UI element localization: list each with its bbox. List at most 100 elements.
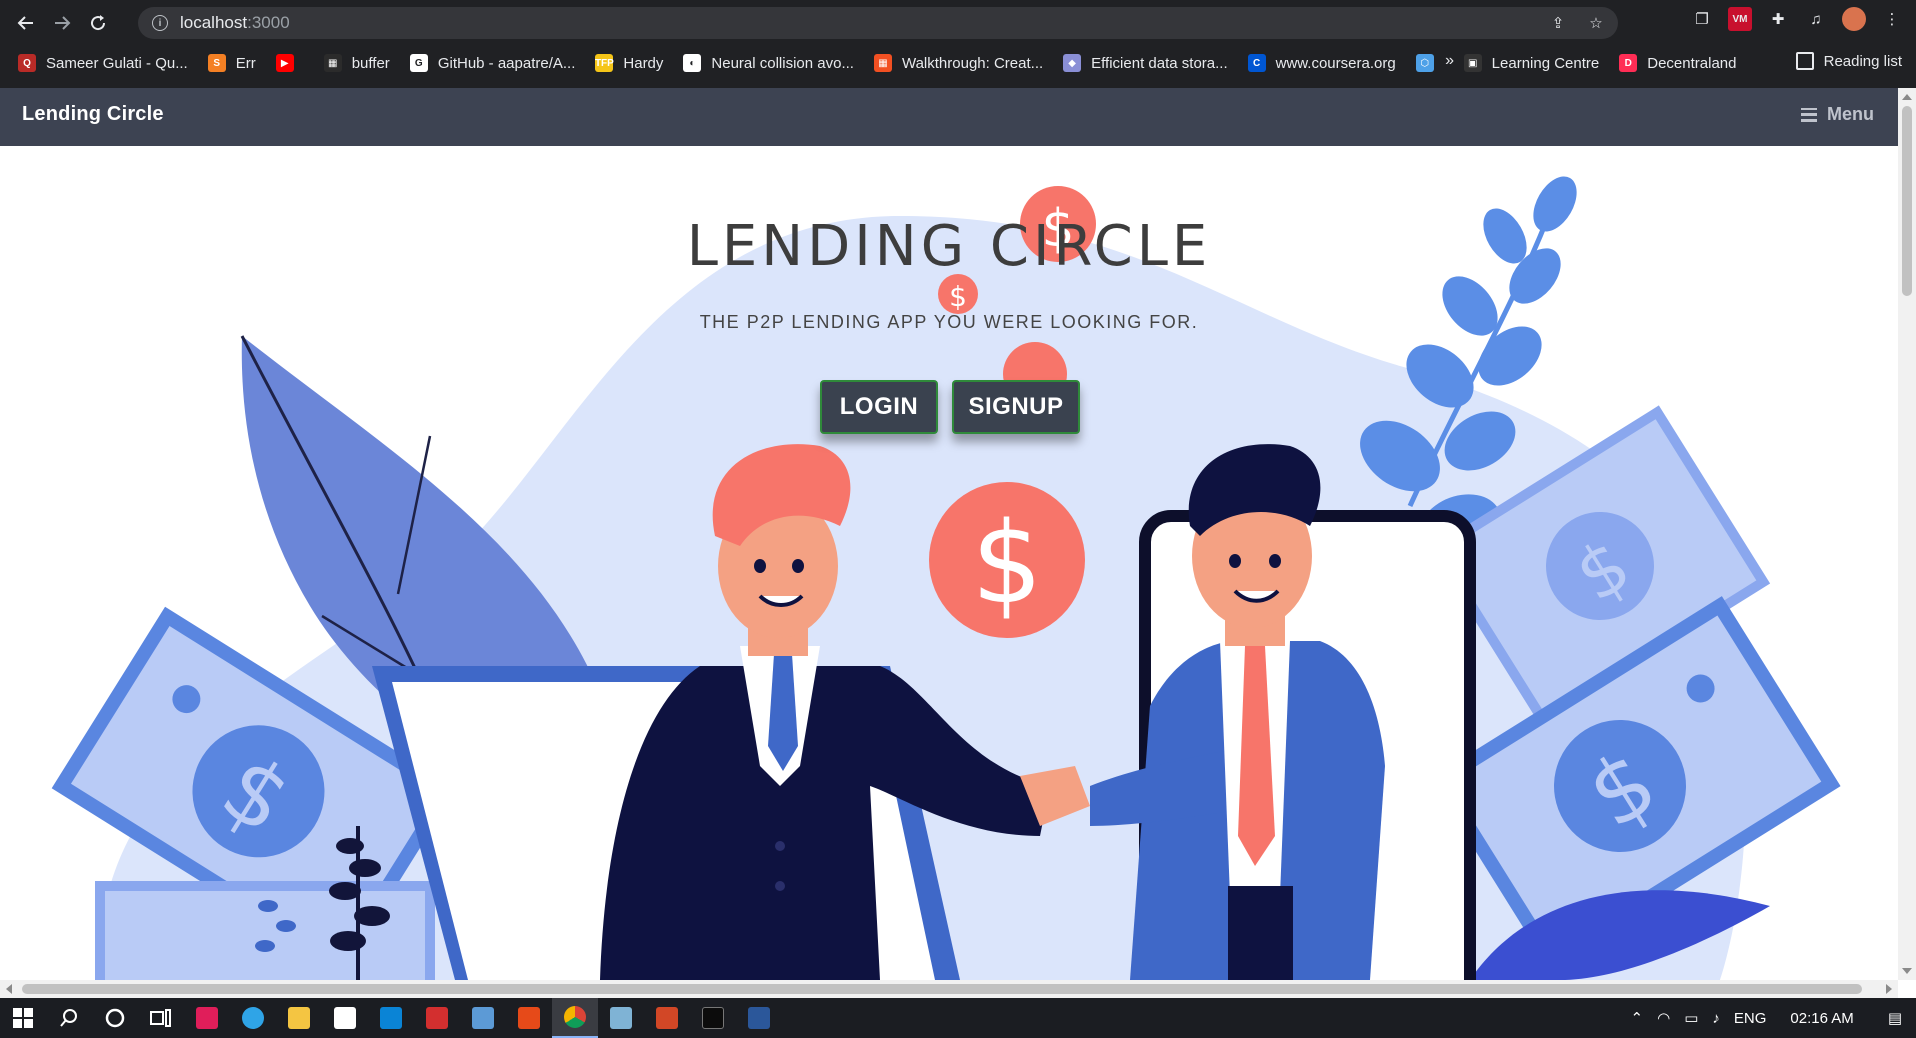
browser-toolbar: i localhost:3000 ⇪ ☆ ❐ VM ✚ ♫ ⋮ [0, 0, 1916, 46]
extension-tabs-icon[interactable]: ❐ [1690, 7, 1714, 31]
app-navbar: Lending Circle Menu [0, 88, 1898, 146]
bookmark-item[interactable]: S Err [207, 54, 256, 72]
left-banknote-lower [95, 881, 435, 980]
battery-icon[interactable]: ▭ [1684, 1009, 1698, 1027]
reload-icon[interactable] [82, 7, 114, 39]
bookmark-label: Hardy [623, 54, 664, 72]
language-indicator[interactable]: ENG [1734, 1010, 1767, 1027]
bookmark-favicon-icon: S [207, 54, 226, 72]
coin-large: $ [929, 482, 1085, 638]
bookmark-label: Decentraland [1647, 54, 1737, 72]
office-icon[interactable] [506, 998, 552, 1038]
bookmark-item[interactable]: ▦ Walkthrough: Creat... [873, 54, 1044, 72]
volume-icon[interactable]: ♪ [1712, 1010, 1720, 1027]
clock[interactable]: 02:16 AM [1790, 1010, 1853, 1027]
file-explorer-icon[interactable] [276, 998, 322, 1038]
scroll-up-arrow-icon[interactable] [1902, 94, 1912, 100]
menu-button[interactable]: Menu [1801, 104, 1874, 125]
reading-list-label: Reading list [1823, 52, 1902, 70]
notifications-icon[interactable]: ▤ [1888, 1009, 1902, 1027]
hero-section: $ $ $ $ $ $ LENDING CIRCLE THE P2P LENDI… [0, 146, 1898, 980]
task-view-icon[interactable] [138, 998, 184, 1038]
tray-chevron-icon[interactable]: ⌃ [1631, 1009, 1644, 1027]
word-icon[interactable] [736, 998, 782, 1038]
bookmark-label: buffer [351, 54, 390, 72]
svg-text:$: $ [971, 499, 1042, 629]
bookmark-favicon-icon: Q [18, 54, 36, 72]
back-icon[interactable] [10, 7, 42, 39]
hamburger-icon [1801, 107, 1817, 122]
bookmark-favicon-icon: ◐ [683, 54, 702, 72]
bookmark-label: Sameer Gulati - Qu... [46, 54, 188, 72]
bookmark-item[interactable]: ◆ Efficient data stora... [1063, 54, 1228, 72]
url-port: :3000 [247, 13, 290, 32]
bookmark-label: Walkthrough: Creat... [901, 54, 1044, 72]
mail-icon[interactable] [368, 998, 414, 1038]
bookmark-item[interactable]: ⬡ [1415, 54, 1444, 72]
vertical-scrollbar[interactable] [1898, 88, 1916, 980]
scroll-down-arrow-icon[interactable] [1902, 968, 1912, 974]
bookmark-favicon-icon: ⬡ [1415, 54, 1434, 72]
bookmark-item[interactable]: G GitHub - aapatre/A... [409, 54, 576, 72]
horizontal-scroll-thumb[interactable] [22, 984, 1862, 994]
bookmark-label: Neural collision avo... [711, 54, 854, 72]
extension-vm-icon[interactable]: VM [1728, 7, 1752, 31]
scroll-left-arrow-icon[interactable] [6, 984, 12, 994]
bookmarks-bar: Q Sameer Gulati - Qu... S Err ▶ ▦ buffer G GitHu… [0, 48, 1916, 78]
bookmark-favicon-icon: G [409, 54, 428, 72]
bookmark-item[interactable]: ◐ Neural collision avo... [683, 54, 854, 72]
bookmark-label: www.coursera.org [1275, 54, 1396, 72]
bookmark-favicon-icon: TFP [595, 54, 614, 72]
login-button[interactable]: LOGIN [820, 380, 938, 434]
edge-icon[interactable] [230, 998, 276, 1038]
bookmark-item[interactable]: TFP Hardy [595, 54, 663, 72]
bookmark-item[interactable]: Q Sameer Gulati - Qu... [18, 54, 188, 72]
terminal-icon[interactable] [690, 998, 736, 1038]
bookmark-favicon-icon: C [1247, 54, 1266, 72]
brand-logo[interactable]: Lending Circle [22, 103, 164, 126]
browser-menu-icon[interactable]: ⋮ [1880, 7, 1904, 31]
site-info-icon[interactable]: i [152, 15, 168, 31]
bookmark-label: Learning Centre [1491, 54, 1600, 72]
bookmarks-overflow-icon[interactable]: » [1445, 52, 1454, 70]
notes-icon[interactable] [598, 998, 644, 1038]
bookmark-item[interactable]: D Decentraland [1619, 54, 1736, 72]
bookmark-item[interactable]: ▶ [275, 54, 304, 72]
share-icon[interactable]: ⇪ [1546, 11, 1570, 35]
windows-start-icon[interactable] [0, 998, 46, 1038]
url-host: localhost [180, 13, 248, 32]
chrome-icon[interactable] [552, 998, 598, 1038]
bookmark-item[interactable]: Cwww.coursera.org [1247, 54, 1396, 72]
forward-icon[interactable] [46, 7, 78, 39]
store-icon[interactable] [322, 998, 368, 1038]
vertical-scroll-thumb[interactable] [1902, 106, 1912, 296]
reading-list-button[interactable]: Reading list [1795, 52, 1902, 70]
bookmark-favicon-icon: ▦ [873, 54, 892, 72]
taskbar-app-slack-icon[interactable] [184, 998, 230, 1038]
scroll-right-arrow-icon[interactable] [1886, 984, 1892, 994]
hero-title: LENDING CIRCLE [686, 214, 1212, 279]
wifi-icon[interactable]: ◠ [1657, 1009, 1670, 1027]
system-tray: ⌃ ◠ ▭ ♪ ENG 02:16 AM ▤ [1631, 998, 1916, 1038]
coin-small: $ [938, 274, 978, 314]
bookmark-item[interactable]: ▣ Learning Centre [1463, 54, 1600, 72]
bookmark-favicon-icon: ▦ [323, 54, 342, 72]
address-bar[interactable]: i localhost:3000 ⇪ ☆ [138, 7, 1618, 39]
gift-icon[interactable] [414, 998, 460, 1038]
signup-button[interactable]: SIGNUP [952, 380, 1080, 434]
hero-subtitle: THE P2P LENDING APP YOU WERE LOOKING FOR… [699, 312, 1199, 332]
profile-avatar-icon[interactable] [1842, 7, 1866, 31]
powerpoint-icon[interactable] [644, 998, 690, 1038]
bookmark-favicon-icon: D [1619, 54, 1638, 72]
cortana-icon[interactable] [92, 998, 138, 1038]
media-control-icon[interactable]: ♫ [1804, 7, 1828, 31]
svg-text:$: $ [949, 280, 967, 313]
search-icon[interactable] [46, 998, 92, 1038]
windows-taskbar: ⌃ ◠ ▭ ♪ ENG 02:16 AM ▤ [0, 998, 1916, 1038]
extensions-puzzle-icon[interactable]: ✚ [1766, 7, 1790, 31]
bookmark-item[interactable]: ▦ buffer [323, 54, 390, 72]
visual-studio-icon[interactable] [460, 998, 506, 1038]
bookmark-label: GitHub - aapatre/A... [437, 54, 576, 72]
horizontal-scrollbar[interactable] [0, 980, 1898, 998]
bookmark-star-icon[interactable]: ☆ [1584, 11, 1608, 35]
